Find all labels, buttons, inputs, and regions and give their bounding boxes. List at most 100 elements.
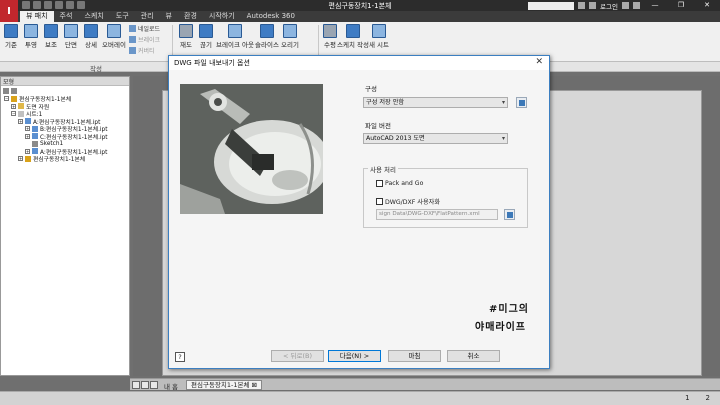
redraw-button[interactable]: 재도 (176, 24, 196, 49)
base-view-icon (4, 24, 18, 38)
modify-group: 재도 끊기 브레이크 아웃 슬라이스 오리기 (176, 24, 300, 49)
document-tabs: 내 홈 편심구동장치1-1본체 ⊠ (130, 378, 720, 391)
part-icon (11, 95, 17, 102)
minimize-button[interactable]: — (642, 0, 668, 11)
tab-place-views[interactable]: 뷰 패치 (20, 11, 54, 22)
redo-icon[interactable] (66, 1, 74, 9)
save-icon[interactable] (44, 1, 52, 9)
part-icon (18, 103, 24, 110)
auxiliary-view-button[interactable]: 보조 (41, 24, 61, 55)
tile-horizontal-icon[interactable] (141, 381, 149, 389)
base-view-button[interactable]: 기준 (1, 24, 21, 55)
overlay-button[interactable]: 오버레이 (101, 24, 127, 55)
break-button[interactable]: 끊기 (196, 24, 216, 49)
model-browser: 모형 − 편심구동장치1-1본체 + 도면 자원 − 시트:1 + A:편심구동장치1-1본체… (0, 76, 130, 376)
expand-icon[interactable]: + (25, 133, 30, 139)
user-icon[interactable] (589, 2, 597, 9)
tab-sketch[interactable]: 스케치 (78, 11, 109, 22)
next-button[interactable]: 다음(N) > (328, 350, 381, 362)
config-options-button[interactable] (516, 97, 527, 108)
close-button[interactable]: ✕ (694, 0, 720, 11)
ribbon-divider (172, 25, 173, 59)
tab-tools[interactable]: 도구 (110, 11, 135, 22)
overlay-icon (107, 24, 121, 38)
expand-icon[interactable]: + (18, 156, 23, 162)
finish-button[interactable]: 마침 (388, 350, 441, 362)
dialog-close-button[interactable]: ✕ (535, 57, 543, 67)
search-icon[interactable] (578, 2, 586, 9)
dwg-customize-checkbox[interactable]: DWG/DXF 사용자화 (376, 197, 440, 206)
file-version-label: 파일 버전 (365, 122, 391, 130)
cover-tool[interactable]: 커버티 (129, 46, 160, 55)
projected-view-button[interactable]: 투영 (21, 24, 41, 55)
expand-icon[interactable]: + (18, 118, 23, 124)
filter-icon[interactable] (3, 87, 9, 94)
pack-and-go-checkbox[interactable]: Pack and Go (376, 180, 423, 187)
expand-icon[interactable]: + (25, 126, 30, 132)
chevron-down-icon: ▾ (501, 135, 505, 142)
browser-tree-item[interactable]: + C:편심구동장치1-1본체.ipt (1, 133, 129, 141)
nailboard-tool[interactable]: 네일로드 (129, 24, 160, 33)
section-view-icon (64, 24, 78, 38)
config-select[interactable]: 구성 저장 안함 ▾ (363, 97, 508, 108)
cancel-button[interactable]: 취소 (447, 350, 500, 362)
mapping-file-path-input[interactable]: sign Data\DWG-DXF\FlatPattern.xml (376, 209, 498, 220)
tab-autodesk-360[interactable]: Autodesk 360 (241, 11, 301, 22)
browser-tree-item[interactable]: + 편심구동장치1-1본체 (1, 155, 129, 163)
login-link[interactable]: 로그인 (600, 1, 618, 11)
crop-button[interactable]: 오리기 (280, 24, 300, 49)
open-file-icon[interactable] (33, 1, 41, 9)
my-home-tab[interactable]: 내 홈 (164, 381, 178, 391)
cover-icon (129, 47, 136, 54)
create-group: 기준 투영 보조 단면 상세 오버레이 네일로드 브레이크 커버티 (1, 24, 160, 55)
print-icon[interactable] (77, 1, 85, 9)
file-version-select[interactable]: AutoCAD 2013 도면 ▾ (363, 133, 508, 144)
back-button[interactable]: < 뒤로(B) (271, 350, 324, 362)
collapse-icon[interactable]: − (4, 96, 9, 102)
expand-icon[interactable]: + (25, 148, 30, 154)
nailboard-icon (129, 25, 136, 32)
horizontal-icon (323, 24, 337, 38)
slice-button[interactable]: 슬라이스 (254, 24, 280, 49)
sketch-group: 수평 스케치 작성 새 시트 (320, 24, 392, 49)
checkbox-box (376, 180, 383, 187)
browser-tree: − 편심구동장치1-1본체 + 도면 자원 − 시트:1 + A:편심구동장치1-1본체.ip… (1, 95, 129, 163)
preview-image (180, 84, 323, 214)
auxiliary-view-icon (44, 24, 58, 38)
break-out-button[interactable]: 브레이크 아웃 (216, 24, 254, 49)
expand-icon[interactable]: + (11, 103, 16, 109)
undo-icon[interactable] (55, 1, 63, 9)
chevron-down-icon: ▾ (501, 99, 505, 106)
create-sketch-button[interactable]: 스케치 작성 (337, 24, 369, 49)
browser-tree-item[interactable]: + 도면 자원 (1, 103, 129, 111)
cart-icon[interactable] (622, 2, 629, 9)
cascade-icon[interactable] (150, 381, 158, 389)
help-button[interactable]: ? (175, 352, 185, 362)
custom-options-legend: 사용 처리 (368, 164, 398, 174)
help-icon[interactable] (633, 2, 640, 9)
browser-tree-item[interactable]: − 편심구동장치1-1본체 (1, 95, 129, 103)
tile-vertical-icon[interactable] (132, 381, 140, 389)
status-count-2: 2 (705, 394, 710, 402)
detail-view-button[interactable]: 상세 (81, 24, 101, 55)
small-tools: 네일로드 브레이크 커버티 (129, 24, 160, 55)
tab-environment[interactable]: 환경 (178, 11, 203, 22)
tab-manage[interactable]: 관리 (135, 11, 160, 22)
help-search-input[interactable] (528, 1, 575, 10)
tab-annotate[interactable]: 주석 (54, 11, 79, 22)
maximize-button[interactable]: ❐ (668, 0, 694, 11)
section-view-button[interactable]: 단면 (61, 24, 81, 55)
browse-button[interactable] (504, 209, 515, 220)
new-sheet-button[interactable]: 새 시트 (366, 24, 392, 49)
active-document-tab[interactable]: 편심구동장치1-1본체 ⊠ (186, 380, 262, 390)
browser-item-label: C:편심구동장치1-1본체.ipt (40, 134, 108, 141)
tab-get-started[interactable]: 시작하기 (203, 11, 241, 22)
collapse-icon[interactable]: − (11, 111, 16, 117)
tab-view[interactable]: 뷰 (160, 11, 178, 22)
new-sheet-icon (372, 24, 386, 38)
app-logo[interactable]: I (0, 0, 18, 22)
new-file-icon[interactable] (22, 1, 30, 9)
break-tool[interactable]: 브레이크 (129, 35, 160, 44)
custom-options-group: 사용 처리 Pack and Go DWG/DXF 사용자화 sign Data… (363, 164, 528, 228)
browser-menu-icon[interactable] (11, 87, 17, 94)
